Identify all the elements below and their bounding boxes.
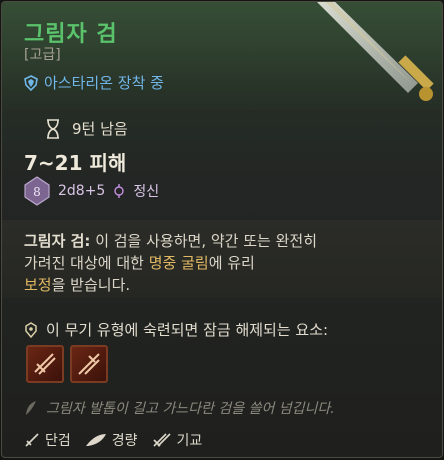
equipped-status: 아스타리온 장착 중 bbox=[24, 72, 164, 93]
description-highlight: 명중 굴림 bbox=[148, 254, 209, 272]
proficiency-lock-icon bbox=[25, 321, 37, 338]
description-text-3: 을 받습니다. bbox=[51, 276, 131, 294]
tag-light[interactable]: 경량 bbox=[85, 430, 138, 450]
tag-light-label: 경량 bbox=[111, 433, 138, 449]
feather-quill-icon bbox=[26, 401, 36, 415]
equip-shield-icon bbox=[24, 74, 38, 91]
description-name: 그림자 검: bbox=[24, 232, 91, 250]
flavor-line: 그림자 발톱이 길고 가느다란 검을 쓸어 넘깁니다. bbox=[46, 401, 335, 417]
psychic-damage-icon bbox=[114, 184, 125, 198]
d8-dice-icon: 8 bbox=[24, 176, 50, 206]
proficiency-unlock: 이 무기 유형에 숙련되면 잠금 해제되는 요소: bbox=[24, 319, 328, 340]
item-rarity: [고급] bbox=[24, 47, 61, 63]
slash-action-icon bbox=[34, 353, 56, 375]
hourglass-icon bbox=[47, 118, 59, 139]
weapon-action-slash[interactable] bbox=[26, 345, 64, 383]
equipped-text: 아스타리온 장착 중 bbox=[44, 74, 164, 92]
pierce-action-icon bbox=[78, 353, 100, 375]
weapon-actions bbox=[26, 345, 108, 383]
tag-dagger-label: 단검 bbox=[45, 433, 71, 449]
tag-dagger[interactable]: 단검 bbox=[24, 430, 71, 450]
description-highlight-2: 보정 bbox=[24, 276, 52, 294]
finesse-icon bbox=[152, 433, 171, 447]
item-description: 그림자 검: 이 검을 사용하면, 약간 또는 완전히 가려진 대상에 대한 명… bbox=[24, 230, 324, 296]
item-tooltip: 그림자 검 [고급] 아스타리온 장착 중 9턴 남음 7~21 피해 8 2d… bbox=[1, 1, 443, 458]
weapon-action-pierce[interactable] bbox=[70, 345, 108, 383]
flavor-text: 그림자 발톱이 길고 가느다란 검을 쓸어 넘깁니다. bbox=[24, 398, 335, 418]
sword-image bbox=[317, 2, 434, 101]
description-text-2: 에 유리 bbox=[208, 254, 255, 272]
weapon-properties: 단검 경량 기교 bbox=[24, 430, 202, 450]
feather-icon bbox=[85, 434, 106, 446]
turns-text: 9턴 남음 bbox=[72, 120, 128, 138]
proficiency-label: 이 무기 유형에 숙련되면 잠금 해제되는 요소: bbox=[46, 321, 329, 339]
svg-text:8: 8 bbox=[33, 185, 41, 199]
damage-range: 7~21 피해 bbox=[24, 151, 127, 175]
dice-formula: 2d8+5 bbox=[58, 183, 106, 199]
tag-finesse[interactable]: 기교 bbox=[152, 430, 203, 450]
turns-remaining: 9턴 남음 bbox=[46, 118, 128, 139]
damage-dice: 8 2d8+5 정신 bbox=[24, 176, 159, 206]
dagger-icon bbox=[25, 433, 39, 447]
tag-finesse-label: 기교 bbox=[176, 433, 203, 449]
dice-stat: 정신 bbox=[133, 184, 160, 200]
